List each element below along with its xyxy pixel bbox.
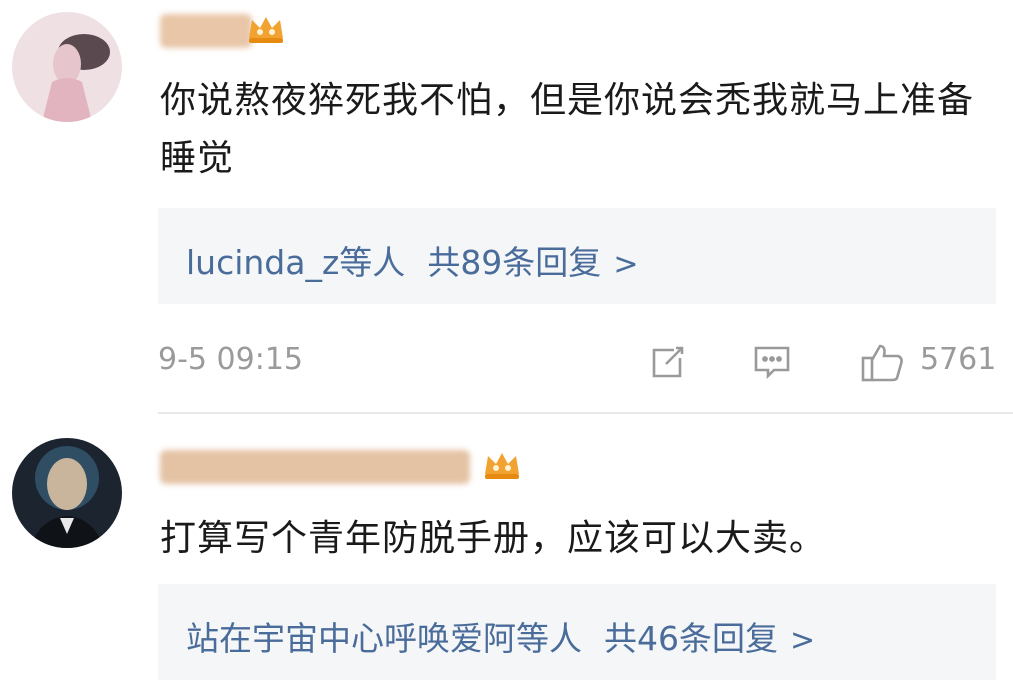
comment-item: 打算写个青年防脱手册，应该可以大卖。 站在宇宙中心呼唤爱阿等人 共46条回复 > bbox=[0, 414, 1013, 685]
reply-count: 共46条回复 bbox=[604, 619, 778, 658]
avatar[interactable] bbox=[12, 438, 122, 548]
reply-users: lucinda_z等人 bbox=[186, 243, 406, 282]
comment-meta: 9-5 09:15 5761 bbox=[158, 342, 998, 382]
reply-summary[interactable]: 站在宇宙中心呼唤爱阿等人 共46条回复 > bbox=[158, 584, 996, 680]
chevron-right-icon: > bbox=[613, 247, 639, 282]
reply-users: 站在宇宙中心呼唤爱阿等人 bbox=[186, 619, 582, 658]
like-icon bbox=[860, 342, 906, 386]
like-button[interactable]: 5761 bbox=[860, 342, 1000, 382]
reply-count: 共89条回复 bbox=[427, 243, 602, 282]
reply-summary[interactable]: lucinda_z等人 共89条回复 > bbox=[158, 208, 996, 304]
reply-link[interactable]: 站在宇宙中心呼唤爱阿等人 共46条回复 > bbox=[186, 612, 815, 660]
comment-item: 你说熬夜猝死我不怕，但是你说会秃我就马上准备睡觉 lucinda_z等人 共89条… bbox=[0, 0, 1013, 412]
avatar[interactable] bbox=[12, 12, 122, 122]
comment-icon[interactable] bbox=[752, 342, 792, 382]
crown-icon bbox=[246, 14, 286, 44]
timestamp: 9-5 09:15 bbox=[158, 342, 303, 377]
share-icon[interactable] bbox=[648, 342, 688, 382]
reply-link[interactable]: lucinda_z等人 共89条回复 > bbox=[186, 236, 638, 284]
comment-text: 你说熬夜猝死我不怕，但是你说会秃我就马上准备睡觉 bbox=[160, 80, 975, 179]
username-blurred[interactable] bbox=[160, 450, 480, 488]
chevron-right-icon: > bbox=[790, 623, 816, 658]
comment-text: 打算写个青年防脱手册，应该可以大卖。 bbox=[160, 518, 827, 559]
crown-icon bbox=[482, 450, 522, 480]
like-count: 5761 bbox=[920, 342, 997, 377]
